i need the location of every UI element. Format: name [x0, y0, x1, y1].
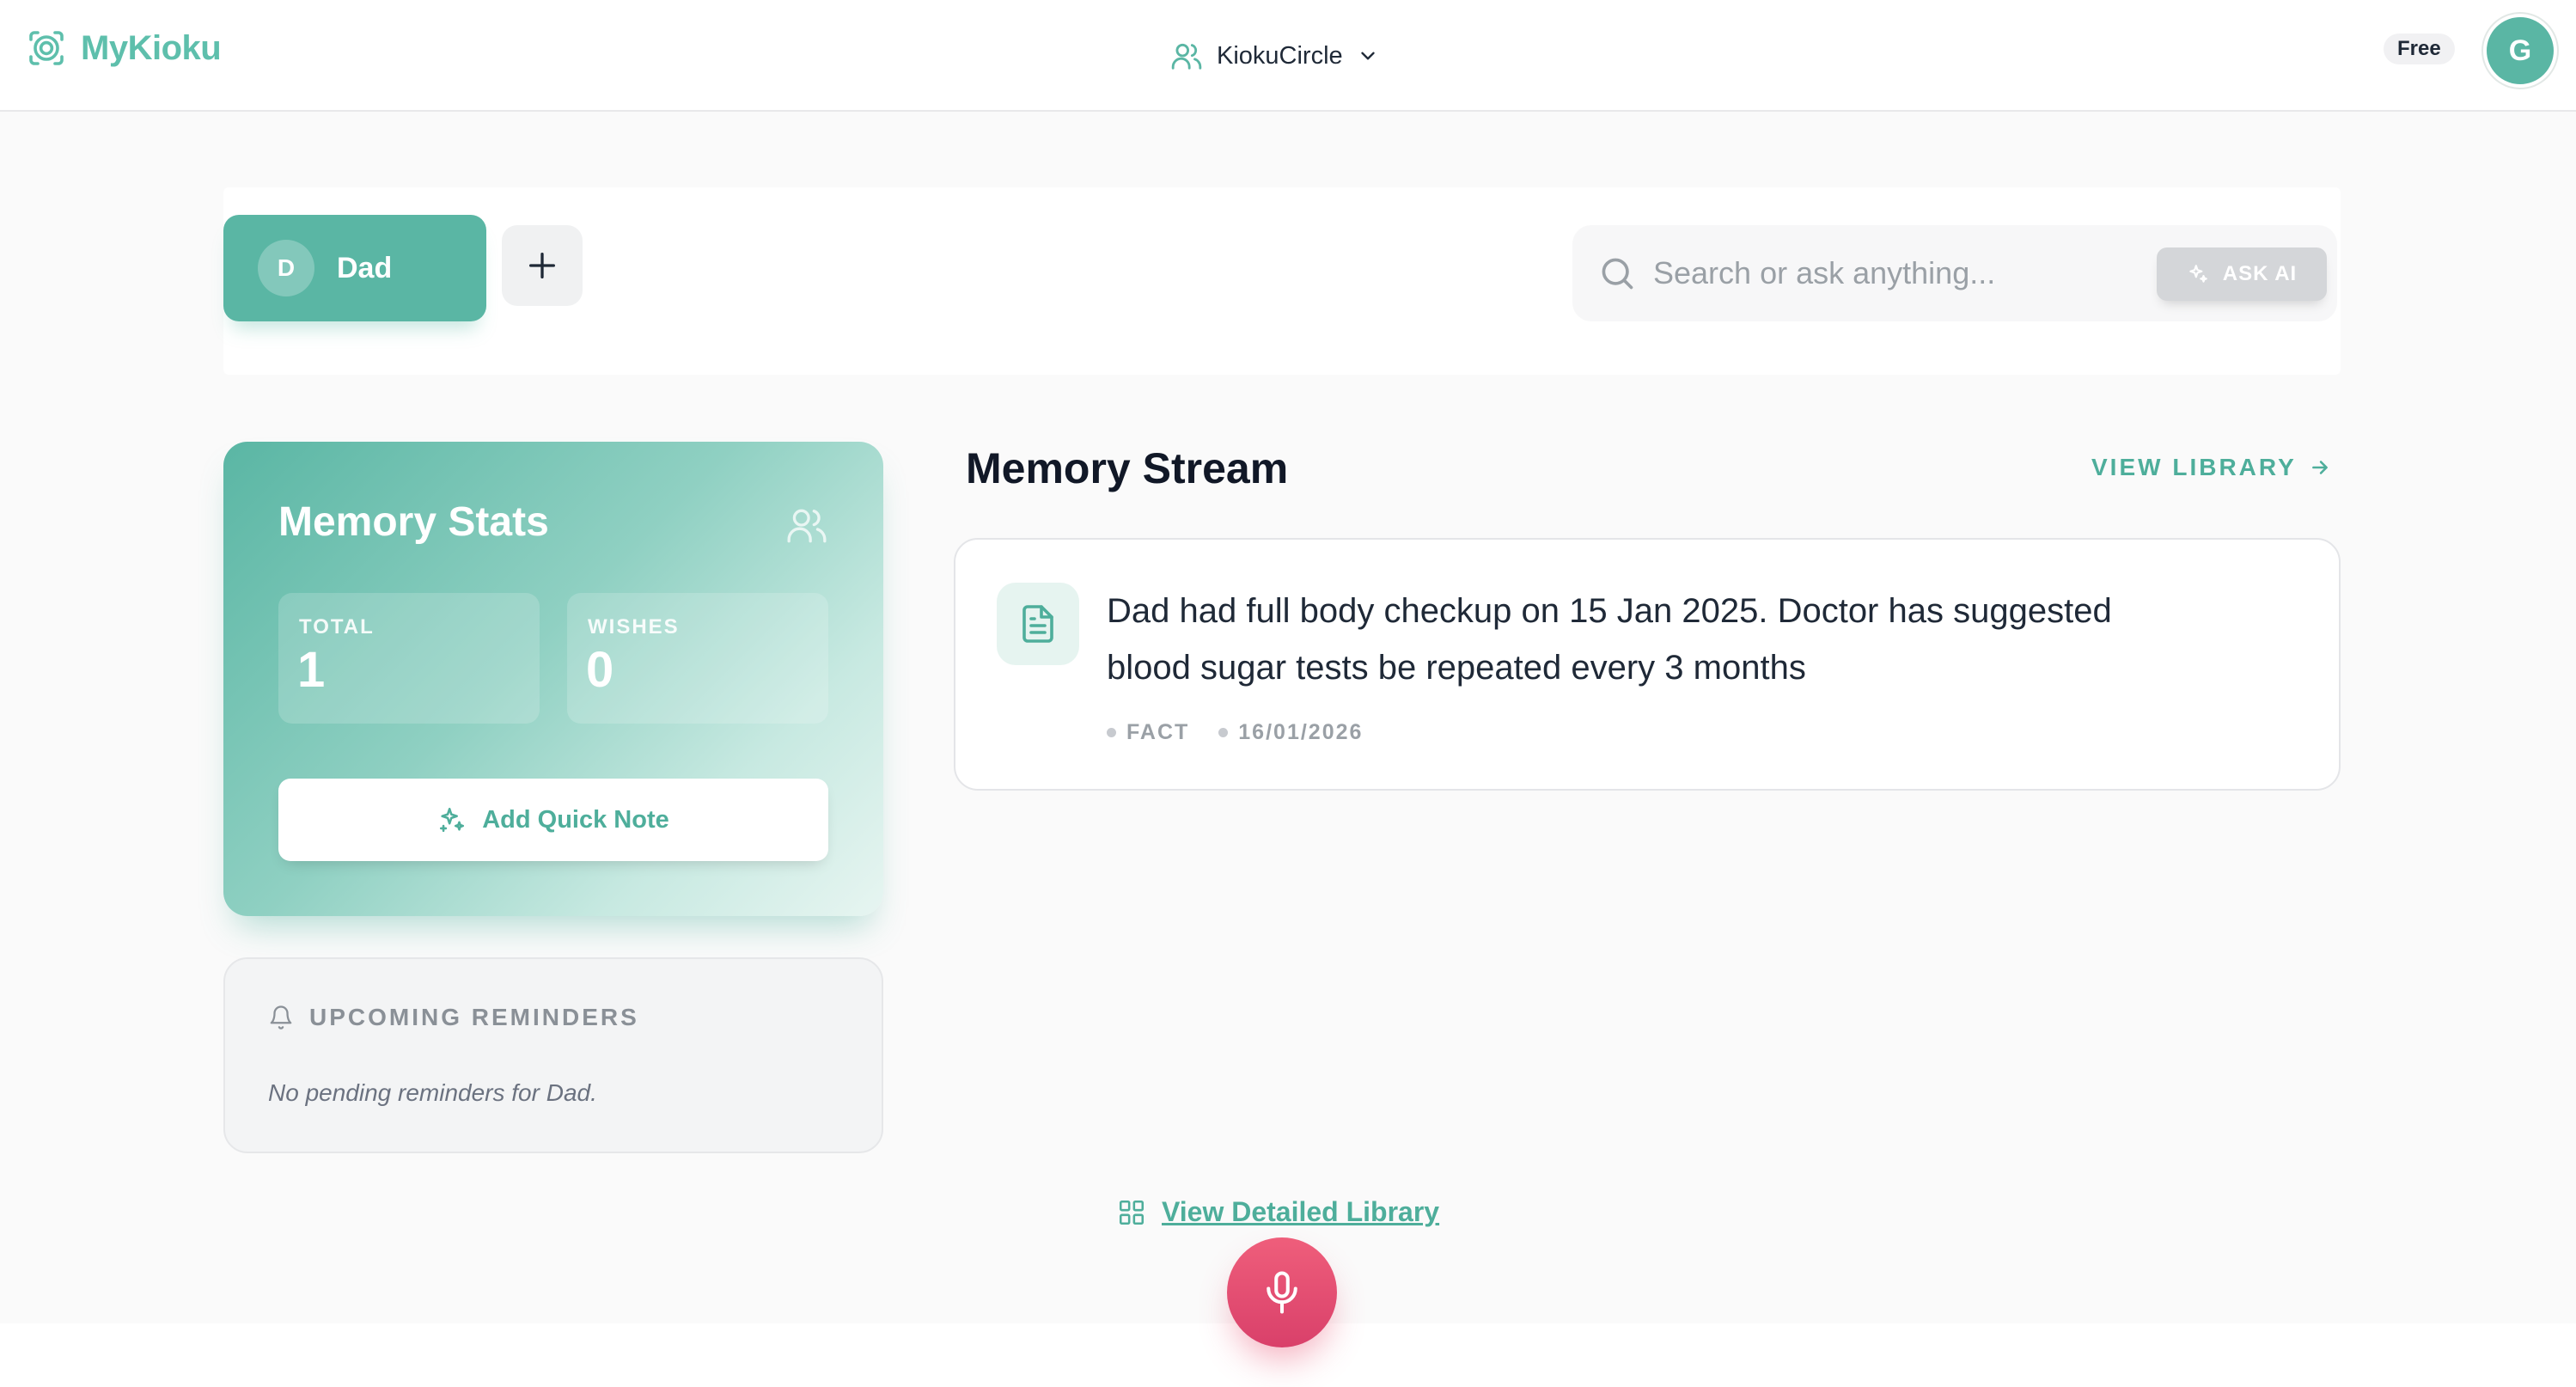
- profile-tab-dad[interactable]: D Dad: [223, 215, 486, 321]
- meta-dot: [1218, 728, 1229, 737]
- stat-wishes: WISHES 0: [567, 593, 828, 724]
- profile-name: Dad: [337, 251, 393, 284]
- add-quick-note-button[interactable]: Add Quick Note: [278, 779, 828, 861]
- detailed-library-label: View Detailed Library: [1162, 1196, 1440, 1227]
- memory-date: 16/01/2026: [1238, 720, 1364, 744]
- microphone-icon: [1267, 1271, 1297, 1314]
- ask-ai-label: ASK AI: [2222, 262, 2298, 285]
- memory-text: Dad had full body checkup on 15 Jan 2025…: [1107, 592, 2112, 687]
- grid-icon: [1119, 1200, 1145, 1225]
- memory-stream-title: Memory Stream: [966, 444, 1289, 492]
- bell-icon: [270, 1005, 292, 1030]
- stat-total: TOTAL 1: [278, 593, 540, 724]
- memory-meta: FACT 16/01/2026: [1107, 720, 1363, 745]
- upcoming-reminders-card: UPCOMING REMINDERS No pending reminders …: [223, 957, 883, 1153]
- stats-title: Memory Stats: [278, 499, 549, 545]
- view-library-link[interactable]: VIEW LIBRARY: [2091, 454, 2331, 481]
- plan-badge: Free: [2384, 34, 2455, 64]
- app-logo[interactable]: MyKioku: [26, 27, 222, 69]
- brain-logo-icon: [29, 31, 64, 65]
- quick-note-label: Add Quick Note: [482, 805, 669, 834]
- chevron-down-icon: [1360, 52, 1375, 60]
- view-library-label: VIEW LIBRARY: [2091, 454, 2297, 480]
- reminders-title: UPCOMING REMINDERS: [268, 1004, 639, 1031]
- reminders-title-text: UPCOMING REMINDERS: [309, 1004, 639, 1030]
- memory-type: FACT: [1126, 720, 1190, 744]
- sparkles-icon: [2189, 265, 2207, 283]
- memory-item[interactable]: Dad had full body checkup on 15 Jan 2025…: [954, 538, 2341, 791]
- stat-wishes-value: 0: [586, 642, 614, 698]
- search-icon: [1602, 258, 1633, 290]
- users-icon: [1171, 43, 1202, 70]
- add-profile-button[interactable]: [502, 225, 583, 306]
- search-input[interactable]: [1653, 247, 2134, 299]
- user-avatar[interactable]: G: [2483, 14, 2557, 88]
- ask-ai-button[interactable]: ASK AI: [2157, 247, 2327, 301]
- arrow-right-icon: [2311, 461, 2328, 474]
- search-box: ASK AI: [1572, 225, 2337, 321]
- memory-stats-card: Memory Stats TOTAL 1 WISHES 0 Add Quick …: [223, 442, 883, 916]
- stat-total-value: 1: [297, 642, 326, 698]
- memory-type-badge: [997, 583, 1079, 665]
- voice-record-button[interactable]: [1227, 1237, 1337, 1347]
- app-header: MyKioku KiokuCircle Free G: [0, 0, 2576, 112]
- users-icon: [787, 509, 827, 543]
- stat-total-label: TOTAL: [299, 615, 375, 639]
- stat-wishes-label: WISHES: [588, 615, 680, 639]
- meta-dot: [1107, 728, 1116, 737]
- plus-icon: [529, 253, 555, 278]
- sparkles-icon: [440, 807, 465, 833]
- app-name: MyKioku: [81, 28, 222, 67]
- view-detailed-library-link[interactable]: View Detailed Library: [1117, 1196, 1439, 1228]
- reminders-empty-text: No pending reminders for Dad.: [268, 1079, 597, 1106]
- profile-initial: D: [258, 240, 314, 296]
- circle-switcher[interactable]: KiokuCircle: [1170, 31, 1379, 81]
- document-icon: [1022, 605, 1053, 643]
- circle-name: KiokuCircle: [1217, 41, 1343, 70]
